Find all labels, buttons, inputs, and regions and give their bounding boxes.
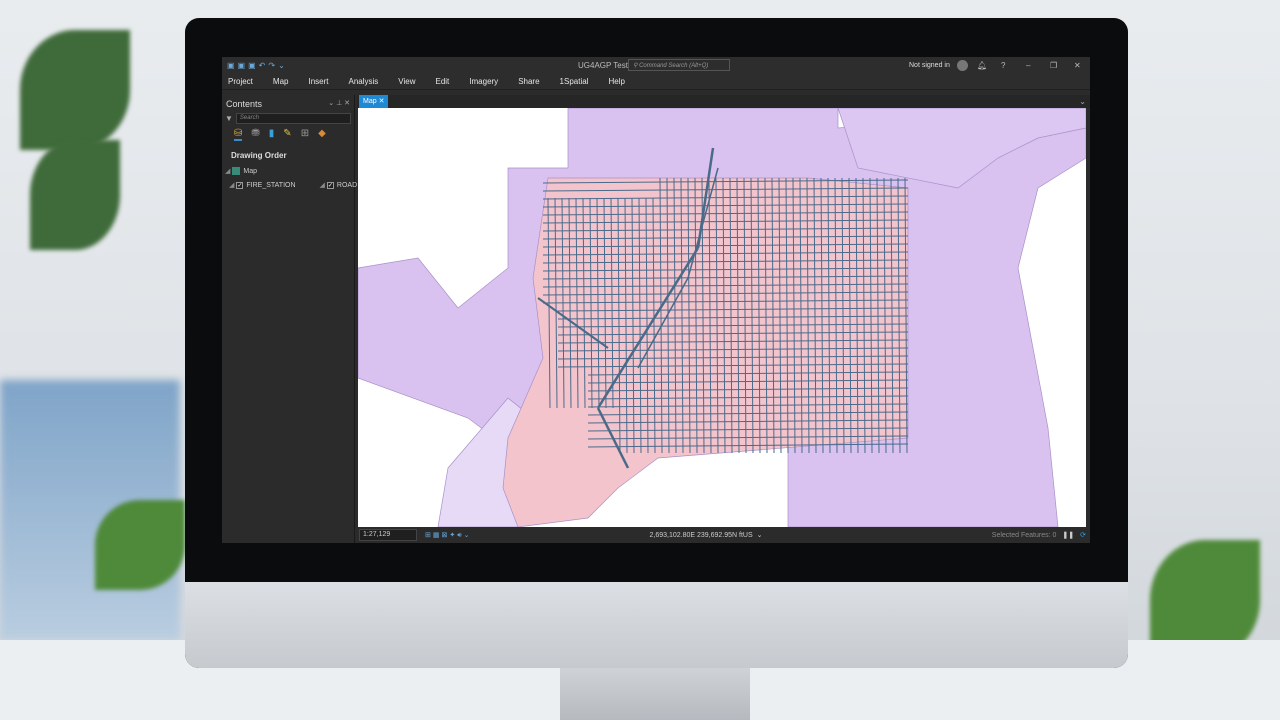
drawing-order-heading: Drawing Order [231,151,287,160]
title-bar: ▣▣▣↶↷⌄ UG4AGP Test ⚲ Command Search (Alt… [222,57,1090,74]
command-search-input[interactable]: ⚲ Command Search (Alt+Q) [628,59,730,71]
scale-value: 1:27,129 [363,531,391,538]
layer-item[interactable]: ◢ ✓ FIRE_STATION [225,178,296,192]
monitor-chin [185,582,1128,668]
layer-visibility-checkbox[interactable]: ✓ [236,181,244,189]
help-icon[interactable]: ? [1001,61,1005,70]
menu-edit[interactable]: Edit [435,77,449,86]
menu-share[interactable]: Share [518,77,539,86]
tab-map-label: Map [363,98,377,105]
background-plant [30,140,120,250]
pause-drawing-icon[interactable]: ❚❚ [1062,531,1074,539]
layer-visibility-checkbox[interactable]: ✓ [326,181,334,189]
list-by-snapping-icon[interactable]: ⊞ [301,128,309,141]
expand-arrow-icon[interactable]: ◢ [320,181,325,189]
pane-controls[interactable]: ⌄ ⊥ ✕ [328,99,350,109]
status-bar: 1:27,129 ⊞▦⊠✦🔊︎⌄ 2,693,102.80E 239,692.9… [357,527,1090,543]
restore-button[interactable]: ❐ [1050,61,1057,70]
menu-help[interactable]: Help [608,77,624,86]
layer-item[interactable]: ◢ ✓ ROAD [316,178,358,192]
menu-imagery[interactable]: Imagery [469,77,498,86]
list-by-source-icon[interactable]: ⛃ [251,128,259,141]
map-canvas[interactable] [358,108,1086,527]
command-search-placeholder: Command Search (Alt+Q) [639,63,709,69]
contents-title: Contents [226,99,263,109]
list-by-labeling-icon[interactable]: ◆ [318,128,326,141]
map-view[interactable] [358,108,1086,527]
app-title: UG4AGP Test [578,61,628,70]
expand-arrow-icon[interactable]: ◢ [229,181,234,189]
refresh-icon[interactable]: ⟳ [1080,531,1086,539]
menu-1spatial[interactable]: 1Spatial [560,77,589,86]
menu-analysis[interactable]: Analysis [348,77,378,86]
menu-project[interactable]: Project [228,77,253,86]
tab-overflow-chevron-icon[interactable]: ⌄ [1079,97,1086,106]
menu-insert[interactable]: Insert [308,77,328,86]
close-tab-icon[interactable]: ✕ [379,98,385,105]
background-plant [20,30,130,150]
quick-access-icons[interactable]: ▣▣▣↶↷⌄ [227,61,288,70]
minimize-button[interactable]: – [1026,61,1030,70]
contents-pane: Contents ⌄ ⊥ ✕ ▼ Search ⛁ ⛃ ▮ ✎ ⊞ ◆ Draw… [222,95,776,543]
coordinates-readout[interactable]: 2,693,102.80E 239,692.95N ftUS [650,532,753,539]
map-icon [232,167,241,175]
layer-name: FIRE_STATION [246,181,296,189]
menu-view[interactable]: View [398,77,415,86]
notification-bell-icon[interactable]: 🔔︎ [977,61,987,70]
scale-selector[interactable]: 1:27,129 [359,529,417,541]
arcgis-window: ▣▣▣↶↷⌄ UG4AGP Test ⚲ Command Search (Alt… [222,57,1090,543]
selected-features-count[interactable]: Selected Features: 0 [992,532,1057,539]
map-node[interactable]: ◢ Map [225,164,354,178]
menu-map[interactable]: Map [273,77,289,86]
map-node-label: Map [243,167,258,175]
list-by-selection-icon[interactable]: ▮ [269,128,275,141]
user-avatar-icon[interactable] [957,60,968,71]
tab-map[interactable]: Map ✕ [359,95,389,108]
menu-bar: Project Map Insert Analysis View Edit Im… [222,74,1090,90]
list-by-editing-icon[interactable]: ✎ [283,128,291,141]
contents-search-row: ▼ Search [225,113,351,124]
sign-in-status[interactable]: Not signed in [909,62,950,69]
list-by-drawing-order-icon[interactable]: ⛁ [234,128,243,141]
contents-header: Contents ⌄ ⊥ ✕ [222,95,354,109]
map-tab-bar: Map ✕ ⌄ [357,95,1090,108]
background-plant [95,500,185,590]
coordinate-units-chevron-icon[interactable]: ⌄ [757,531,763,539]
layer-name: ROAD [336,181,358,189]
filter-icon[interactable]: ▼ [225,114,233,123]
monitor-stand [560,668,750,720]
layer-tree: ◢Map ◢✓FIRE_STATION◢✓ROAD◢✓ZONING◢✓POLIT… [222,164,776,196]
contents-view-toolbar: ⛁ ⛃ ▮ ✎ ⊞ ◆ [234,128,354,141]
close-button[interactable]: ✕ [1074,61,1081,70]
map-tools-icons[interactable]: ⊞▦⊠✦🔊︎⌄ [425,531,472,540]
contents-search-input[interactable]: Search [235,113,351,124]
